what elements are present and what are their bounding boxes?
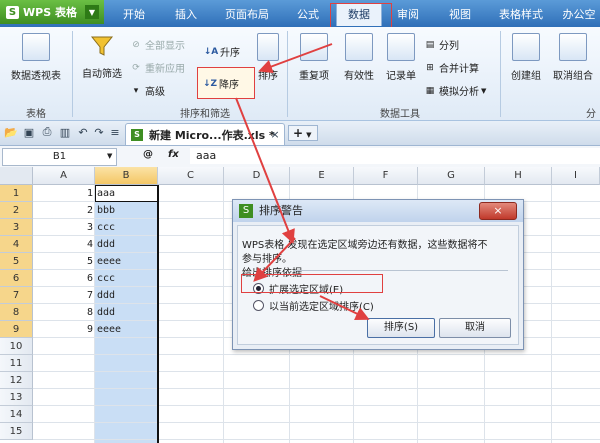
arrow-data-to-sort-desc [258,43,333,74]
arrow-to-sort-button [319,295,370,321]
annotation-arrows [235,43,370,321]
arrow-to-expand-option [253,237,296,282]
arrow-sort-desc-to-dialog [235,97,295,244]
